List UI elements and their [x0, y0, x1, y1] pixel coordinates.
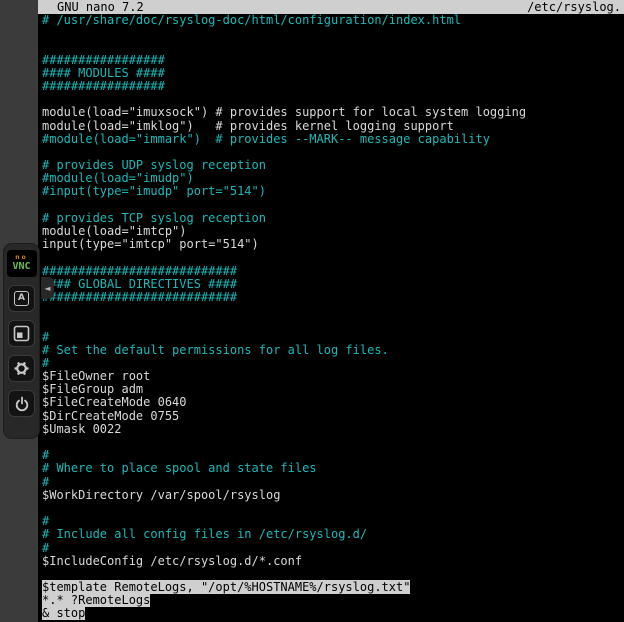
terminal-line — [42, 40, 624, 53]
terminal-line: # — [42, 542, 624, 555]
terminal-line: # — [42, 476, 624, 489]
nano-version: GNU nano 7.2 — [57, 0, 144, 14]
settings-button[interactable] — [8, 355, 35, 382]
terminal-line: $WorkDirectory /var/spool/rsyslog — [42, 489, 624, 502]
novnc-viewport: GNU nano 7.2 /etc/rsyslog. # /usr/share/… — [0, 0, 624, 622]
terminal-line — [42, 199, 624, 212]
terminal-line — [42, 304, 624, 317]
control-bar-handle[interactable]: ◄ — [41, 277, 54, 299]
fullscreen-icon — [13, 325, 30, 342]
terminal-line: $FileCreateMode 0640 — [42, 396, 624, 409]
novnc-logo: no VNC — [7, 250, 37, 277]
terminal-line: ########################### — [42, 265, 624, 278]
terminal-line: # Where to place spool and state files — [42, 462, 624, 475]
terminal-line: #### GLOBAL DIRECTIVES #### — [42, 278, 624, 291]
terminal-line — [42, 436, 624, 449]
terminal-line: # — [42, 331, 624, 344]
terminal-line: ################# — [42, 54, 624, 67]
terminal-line: ################# — [42, 80, 624, 93]
terminal-line — [42, 502, 624, 515]
terminal-line: #module(load="immark") # provides --MARK… — [42, 133, 624, 146]
terminal-lines: # /usr/share/doc/rsyslog-doc/html/config… — [38, 14, 624, 621]
terminal-line: *.* ?RemoteLogs — [42, 594, 624, 607]
terminal-line: ########################### — [42, 291, 624, 304]
terminal-line — [42, 317, 624, 330]
nano-titlebar: GNU nano 7.2 /etc/rsyslog. — [38, 0, 624, 14]
terminal-line: $DirCreateMode 0755 — [42, 410, 624, 423]
fullscreen-button[interactable] — [8, 320, 35, 347]
terminal-line: $IncludeConfig /etc/rsyslog.d/*.conf — [42, 555, 624, 568]
terminal-line: input(type="imtcp" port="514") — [42, 238, 624, 251]
terminal-line: # Set the default permissions for all lo… — [42, 344, 624, 357]
nano-terminal[interactable]: GNU nano 7.2 /etc/rsyslog. # /usr/share/… — [38, 0, 624, 622]
novnc-control-bar: no VNC A — [3, 243, 40, 439]
terminal-line — [42, 251, 624, 264]
power-button[interactable] — [8, 390, 35, 417]
keyboard-button[interactable]: A — [8, 285, 35, 312]
power-icon — [14, 396, 30, 412]
terminal-line: module(load="imklog") # provides kernel … — [42, 120, 624, 133]
terminal-line: #### MODULES #### — [42, 67, 624, 80]
terminal-line: # /usr/share/doc/rsyslog-doc/html/config… — [42, 14, 624, 27]
terminal-line: & stop — [42, 607, 624, 620]
terminal-line — [42, 27, 624, 40]
letter-a-key-icon: A — [14, 291, 29, 306]
gear-icon — [13, 360, 30, 377]
chevron-left-icon: ◄ — [44, 284, 50, 293]
terminal-line: # Include all config files in /etc/rsysl… — [42, 528, 624, 541]
terminal-line: $Umask 0022 — [42, 423, 624, 436]
nano-file-path: /etc/rsyslog. — [527, 0, 621, 14]
terminal-line: module(load="imuxsock") # provides suppo… — [42, 106, 624, 119]
terminal-line: #input(type="imudp" port="514") — [42, 185, 624, 198]
novnc-logo-text: VNC — [12, 261, 30, 272]
